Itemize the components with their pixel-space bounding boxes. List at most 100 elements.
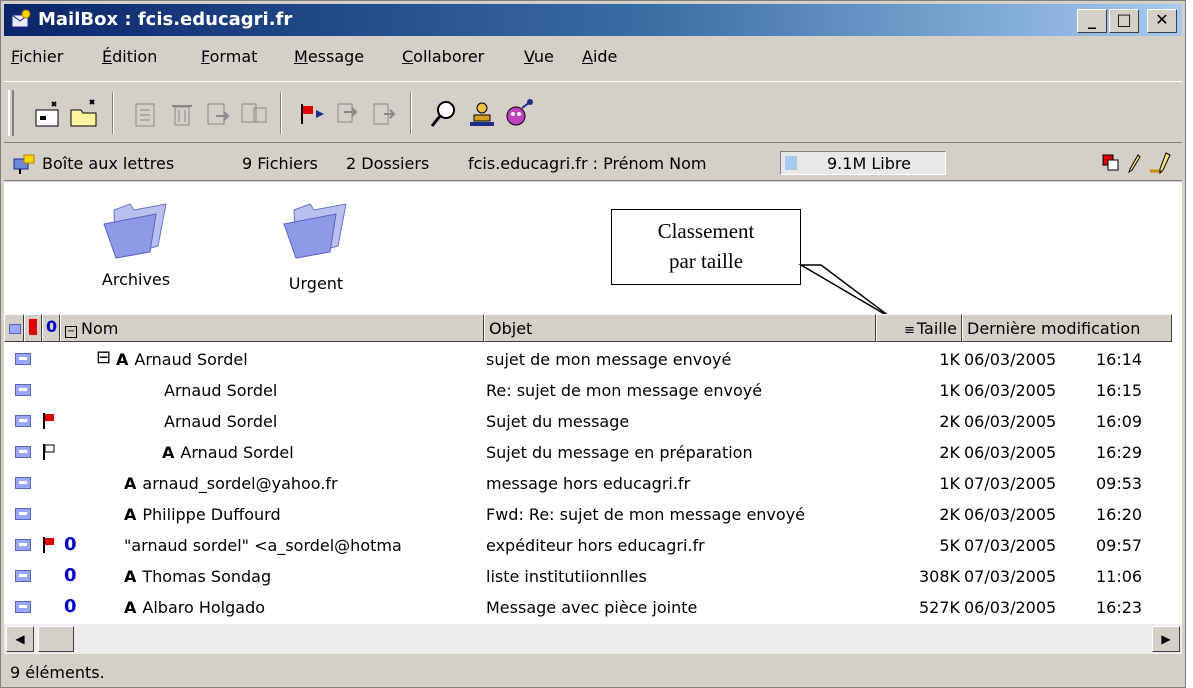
- message-subject: sujet de mon message envoyé: [486, 350, 732, 369]
- message-sender: Aarnaud_sordel@yahoo.fr: [124, 474, 338, 493]
- mailbox-label: Boîte aux lettres: [42, 154, 175, 173]
- sort-descending-icon: ≡: [903, 323, 915, 338]
- sender-name: Thomas Sondag: [142, 567, 272, 586]
- flag-icon[interactable]: [296, 98, 328, 130]
- menu-fichier[interactable]: Fichier: [11, 47, 63, 66]
- message-row[interactable]: Aarnaud_sordel@yahoo.fr message hors educ…: [4, 468, 1182, 499]
- menu-vue[interactable]: Vue: [524, 47, 554, 66]
- column-header-flag[interactable]: [24, 314, 42, 342]
- address-book-marker: A: [162, 443, 175, 462]
- message-size: 308K: [918, 567, 960, 586]
- toolbar-grip[interactable]: [8, 90, 14, 136]
- network-icon[interactable]: [502, 98, 534, 130]
- callout-line-1: Classement: [657, 219, 755, 243]
- scroll-right-button[interactable]: ▶: [1152, 626, 1180, 652]
- column-header-modified[interactable]: Dernière modification: [962, 314, 1172, 342]
- move-icon[interactable]: [202, 98, 234, 130]
- message-date: 06/03/2005: [964, 443, 1057, 462]
- user-icon[interactable]: [466, 98, 498, 130]
- horizontal-scrollbar[interactable]: ◀ ▶: [4, 624, 1182, 654]
- column-header-type[interactable]: [4, 314, 24, 342]
- pencil-icon[interactable]: [1126, 153, 1142, 173]
- scroll-thumb[interactable]: [38, 626, 74, 652]
- forward-icon[interactable]: [368, 98, 400, 130]
- menu-edition[interactable]: Édition: [102, 47, 157, 66]
- flag-icon[interactable]: [42, 443, 56, 461]
- message-row[interactable]: A Arnaud Sordel Sujet du message en prépar…: [4, 437, 1182, 468]
- maximize-button[interactable]: □: [1109, 9, 1139, 33]
- file-count: 9 Fichiers: [242, 154, 318, 173]
- reply-icon[interactable]: [130, 98, 162, 130]
- envelope-icon: [9, 324, 21, 334]
- free-space-fill: [785, 156, 797, 170]
- message-sender: "arnaud sordel" <a_sordel@hotma: [124, 536, 402, 555]
- minimize-button[interactable]: _: [1077, 9, 1107, 33]
- message-date: 06/03/2005: [964, 412, 1057, 431]
- message-row[interactable]: 0 A Thomas Sondag liste institutiionnlles 30…: [4, 561, 1182, 592]
- message-time: 16:20: [1096, 505, 1143, 524]
- scroll-left-button[interactable]: ◀: [6, 626, 34, 652]
- paperclip-icon: 0: [64, 596, 77, 617]
- menu-message[interactable]: Message: [294, 47, 364, 66]
- sender-name: Philippe Duffourd: [142, 505, 281, 524]
- column-header-name[interactable]: − Nom: [60, 314, 484, 342]
- sort-callout: Classement par taille: [611, 209, 801, 285]
- message-subject: Sujet du message: [486, 412, 630, 431]
- new-message-icon[interactable]: [32, 98, 64, 130]
- message-row[interactable]: 0 "arnaud sordel" <a_sordel@hotma expédite…: [4, 530, 1182, 561]
- new-folder-icon[interactable]: [68, 98, 100, 130]
- folder-archives[interactable]: Archives: [96, 202, 176, 289]
- search-icon[interactable]: [428, 98, 460, 130]
- collapse-thread-toggle[interactable]: ⊟: [96, 347, 111, 368]
- menu-bar: Fichier Édition Format Message Collabore…: [4, 39, 1182, 79]
- column-header-subject[interactable]: Objet: [484, 314, 876, 342]
- message-size: 2K: [939, 505, 960, 524]
- menu-aide[interactable]: Aide: [582, 47, 617, 66]
- message-row[interactable]: A Philippe Duffourd Fwd: Re: sujet de mon …: [4, 499, 1182, 530]
- message-time: 09:53: [1096, 474, 1143, 493]
- title-bar[interactable]: MailBox : fcis.educagri.fr _ □ ✕: [4, 4, 1182, 36]
- message-time: 09:57: [1096, 536, 1143, 555]
- mailbox-info-bar: Boîte aux lettres 9 Fichiers 2 Dossiers …: [4, 145, 1182, 181]
- column-header-attachment[interactable]: 0: [42, 314, 60, 342]
- folder-urgent[interactable]: Urgent: [276, 202, 356, 293]
- message-time: 16:29: [1096, 443, 1143, 462]
- folder-label: Urgent: [288, 274, 344, 293]
- message-sender: A Thomas Sondag: [124, 567, 271, 586]
- message-size: 1K: [939, 474, 960, 493]
- key-icon[interactable]: [1148, 151, 1178, 175]
- message-row[interactable]: Arnaud Sordel Re: sujet de mon message en…: [4, 375, 1182, 406]
- message-sender: A Arnaud Sordel: [116, 350, 248, 369]
- message-time: 11:06: [1096, 567, 1143, 586]
- copy-icon[interactable]: [238, 98, 270, 130]
- print-icon[interactable]: [332, 98, 364, 130]
- column-modified-label: Dernière modification: [967, 319, 1141, 338]
- message-time: 16:14: [1096, 350, 1143, 369]
- list-header: 0 − Nom Objet ≡ Taille Dernière modificati…: [4, 314, 1182, 342]
- cascade-icon[interactable]: [1102, 154, 1120, 172]
- message-date: 06/03/2005: [964, 598, 1057, 617]
- message-subject: message hors educagri.fr: [486, 474, 691, 493]
- callout-line-2: par taille: [668, 249, 744, 273]
- account-label: fcis.educagri.fr : Prénom Nom: [468, 154, 707, 173]
- sender-name: Albaro Holgado: [142, 598, 266, 617]
- message-sender: Arnaud Sordel: [164, 412, 277, 431]
- flag-icon[interactable]: [42, 536, 56, 554]
- message-row[interactable]: Arnaud Sordel Sujet du message 2K 06/03/200…: [4, 406, 1182, 437]
- column-subject-label: Objet: [489, 319, 533, 338]
- status-text: 9 éléments.: [10, 663, 105, 682]
- close-button[interactable]: ✕: [1147, 9, 1177, 33]
- menu-collaborer[interactable]: Collaborer: [402, 47, 484, 66]
- message-size: 5K: [939, 536, 960, 555]
- message-sender: Arnaud Sordel: [164, 381, 277, 400]
- flag-icon[interactable]: [42, 412, 56, 430]
- envelope-icon: [15, 601, 31, 613]
- column-header-size[interactable]: ≡ Taille: [876, 314, 962, 342]
- mailbox-window: MailBox : fcis.educagri.fr _ □ ✕ Fichier…: [0, 0, 1186, 688]
- message-row[interactable]: 0 A Albaro Holgado Message avec pièce joint…: [4, 592, 1182, 623]
- menu-format[interactable]: Format: [201, 47, 257, 66]
- folder-count: 2 Dossiers: [346, 154, 430, 173]
- message-row[interactable]: ⊟ A Arnaud Sordel sujet de mon message envo…: [4, 344, 1182, 375]
- delete-icon[interactable]: [166, 98, 198, 130]
- envelope-icon: [15, 353, 31, 365]
